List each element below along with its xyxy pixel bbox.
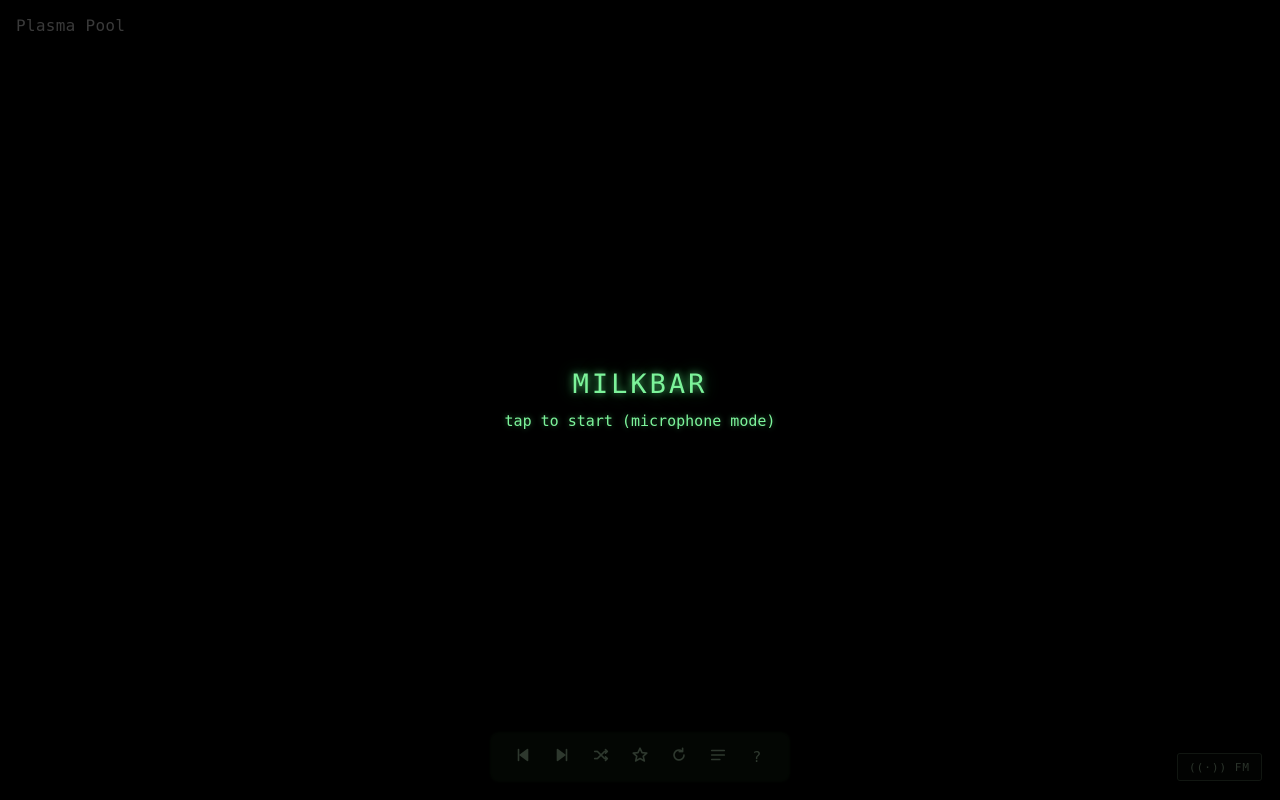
favorite-button[interactable]	[624, 741, 656, 773]
app-title: MILKBAR	[572, 369, 708, 400]
skip-next-icon	[553, 746, 571, 768]
preset-name: Plasma Pool	[16, 16, 126, 35]
reload-button[interactable]	[663, 741, 695, 773]
radio-fm-button[interactable]: ((·)) FM	[1177, 753, 1262, 781]
star-icon	[631, 746, 649, 768]
start-prompt[interactable]: tap to start (microphone mode)	[0, 411, 1280, 431]
list-icon	[709, 746, 727, 768]
start-overlay[interactable]: MILKBAR tap to start (microphone mode)	[0, 368, 1280, 431]
next-preset-button[interactable]	[546, 741, 578, 773]
control-bar: ?	[492, 734, 788, 780]
shuffle-icon	[592, 746, 610, 768]
help-icon: ?	[753, 748, 761, 766]
help-button[interactable]: ?	[741, 741, 773, 773]
visualizer-canvas[interactable]: Plasma Pool MILKBAR tap to start (microp…	[0, 0, 1280, 800]
previous-preset-button[interactable]	[507, 741, 539, 773]
shuffle-button[interactable]	[585, 741, 617, 773]
refresh-icon	[670, 746, 688, 768]
preset-list-button[interactable]	[702, 741, 734, 773]
skip-previous-icon	[514, 746, 532, 768]
